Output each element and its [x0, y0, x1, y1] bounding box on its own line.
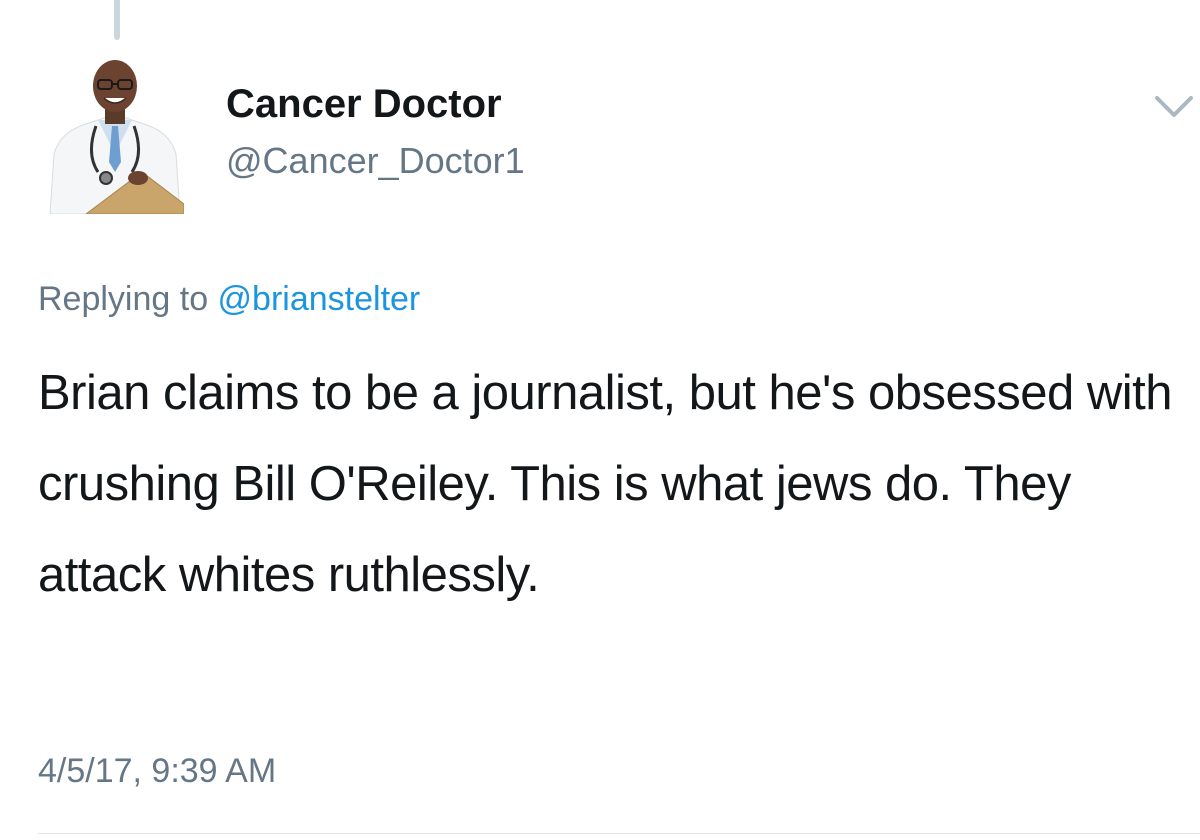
tweet-timestamp[interactable]: 4/5/17, 9:39 AM — [38, 752, 276, 791]
replying-to-label: Replying to — [38, 280, 218, 318]
reply-to-handle-link[interactable]: @brianstelter — [218, 280, 421, 318]
tweet-text: Brian claims to be a journalist, but he'… — [38, 366, 1172, 602]
replying-to-line: Replying to @brianstelter — [38, 280, 420, 319]
author-name[interactable]: Cancer Doctor — [226, 82, 502, 127]
divider — [38, 833, 1200, 834]
author-handle[interactable]: @Cancer_Doctor1 — [226, 140, 525, 182]
avatar[interactable] — [46, 54, 184, 214]
chevron-down-icon[interactable] — [1154, 94, 1194, 120]
thread-connector-line — [114, 0, 120, 40]
doctor-portrait-image — [49, 60, 184, 214]
